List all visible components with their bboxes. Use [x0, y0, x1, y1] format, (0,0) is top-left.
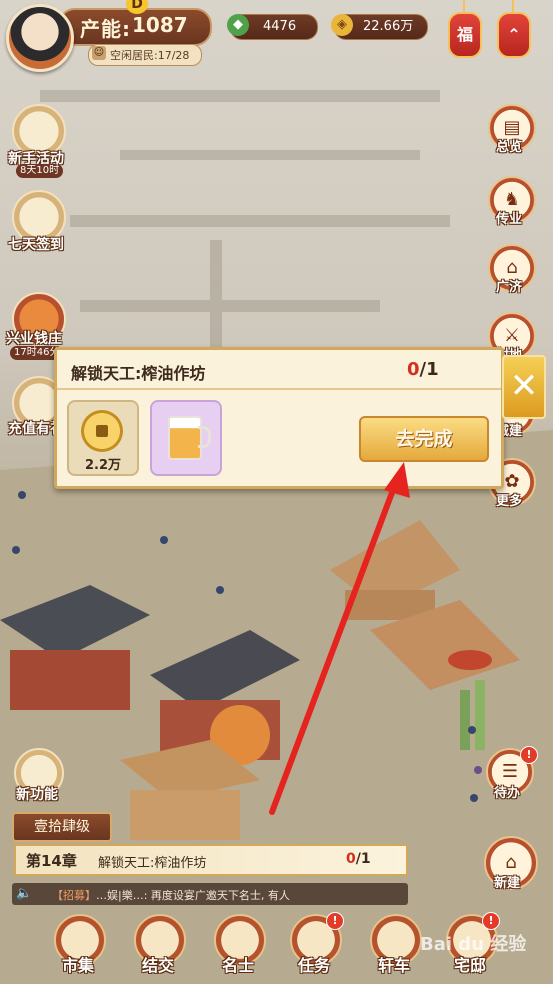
speaker-icon[interactable]: 🔈 [16, 886, 32, 902]
quest-name: 解锁天工:榨油作坊 [98, 856, 207, 871]
resident-icon: ☺ [92, 46, 106, 60]
chapter-quest-bar[interactable]: 第14章 解锁天工:榨油作坊 0/1 [14, 844, 408, 876]
nav-tasks[interactable]: ! 任务 [282, 912, 346, 976]
production-label: 产能: [80, 17, 131, 41]
news-ticker[interactable]: 【招募】…娱|樂…: 再度设宴广邀天下名士, 有人 [12, 883, 408, 905]
event-timer: 8天10时 [16, 164, 64, 178]
oil-jar-icon [168, 416, 202, 460]
coin-resource[interactable]: ◈ 22.66万 [331, 14, 428, 40]
chapter-label: 第14章 [26, 852, 77, 870]
mansion-badge: ! [482, 912, 500, 930]
watermark: Bai du 经验 [420, 934, 527, 955]
jade-resource[interactable]: ◆ 4476 [227, 14, 318, 40]
event-label: 兴业钱庄 [6, 331, 62, 347]
nav-market[interactable]: 市集 [46, 912, 110, 976]
nav-friends[interactable]: 结交 [126, 912, 190, 976]
production-value: 1087 [132, 13, 188, 37]
menu-label: 更多 [496, 494, 523, 509]
jade-icon: ◆ [227, 14, 249, 36]
pending-label: 待办 [494, 786, 521, 801]
quest-progress: 0/1 [346, 851, 371, 867]
news-text: 【招募】…娱|樂…: 再度设宴广邀天下名士, 有人 [52, 889, 290, 902]
game-scene: D 产能: 1087 ☺ 空闲居民:17/28 ◆ 4476 ◈ 22.66万 … [0, 0, 553, 984]
task-badge: ! [326, 912, 344, 930]
go-complete-button[interactable]: 去完成 [359, 416, 489, 462]
nav-label: 名士 [221, 956, 254, 975]
unlock-task-popup: 解锁天工:榨油作坊 0/1 2.2万 去完成 [54, 347, 504, 489]
jade-value: 4476 [263, 19, 297, 34]
player-avatar[interactable] [6, 4, 74, 72]
event-label: 七天签到 [8, 237, 64, 253]
level-tag: 壹拾肆级 [12, 812, 112, 842]
nav-label: 市集 [61, 956, 94, 975]
oil-jar-item[interactable] [150, 400, 222, 476]
new-feature-label: 新功能 [16, 787, 58, 803]
nav-label: 结交 [141, 956, 174, 975]
menu-label: 总览 [496, 140, 523, 155]
lantern-gift-button[interactable]: 福 [448, 12, 482, 58]
popup-progress: 0/1 [407, 359, 439, 380]
idle-residents-text: 空闲居民:17/28 [110, 49, 190, 62]
nav-carriage[interactable]: 轩车 [362, 912, 426, 976]
pending-badge: ! [520, 746, 538, 764]
menu-label: 传业 [496, 212, 523, 227]
lantern-upgrade-button[interactable]: ⌃ [497, 12, 531, 58]
nav-label: 轩车 [377, 956, 410, 975]
coin-icon: ◈ [331, 14, 353, 36]
build-label: 新建 [494, 876, 521, 891]
coin-value: 22.66万 [363, 19, 414, 34]
popup-title: 解锁天工:榨油作坊 [71, 364, 206, 383]
coin-amount: 2.2万 [84, 458, 122, 473]
copper-coin-icon [81, 410, 123, 452]
nav-label: 任务 [297, 956, 330, 975]
nav-celebrities[interactable]: 名士 [206, 912, 270, 976]
menu-label: 广济 [496, 280, 523, 295]
close-icon[interactable]: ✕ [502, 355, 546, 419]
coin-reward-item[interactable]: 2.2万 [67, 400, 139, 476]
